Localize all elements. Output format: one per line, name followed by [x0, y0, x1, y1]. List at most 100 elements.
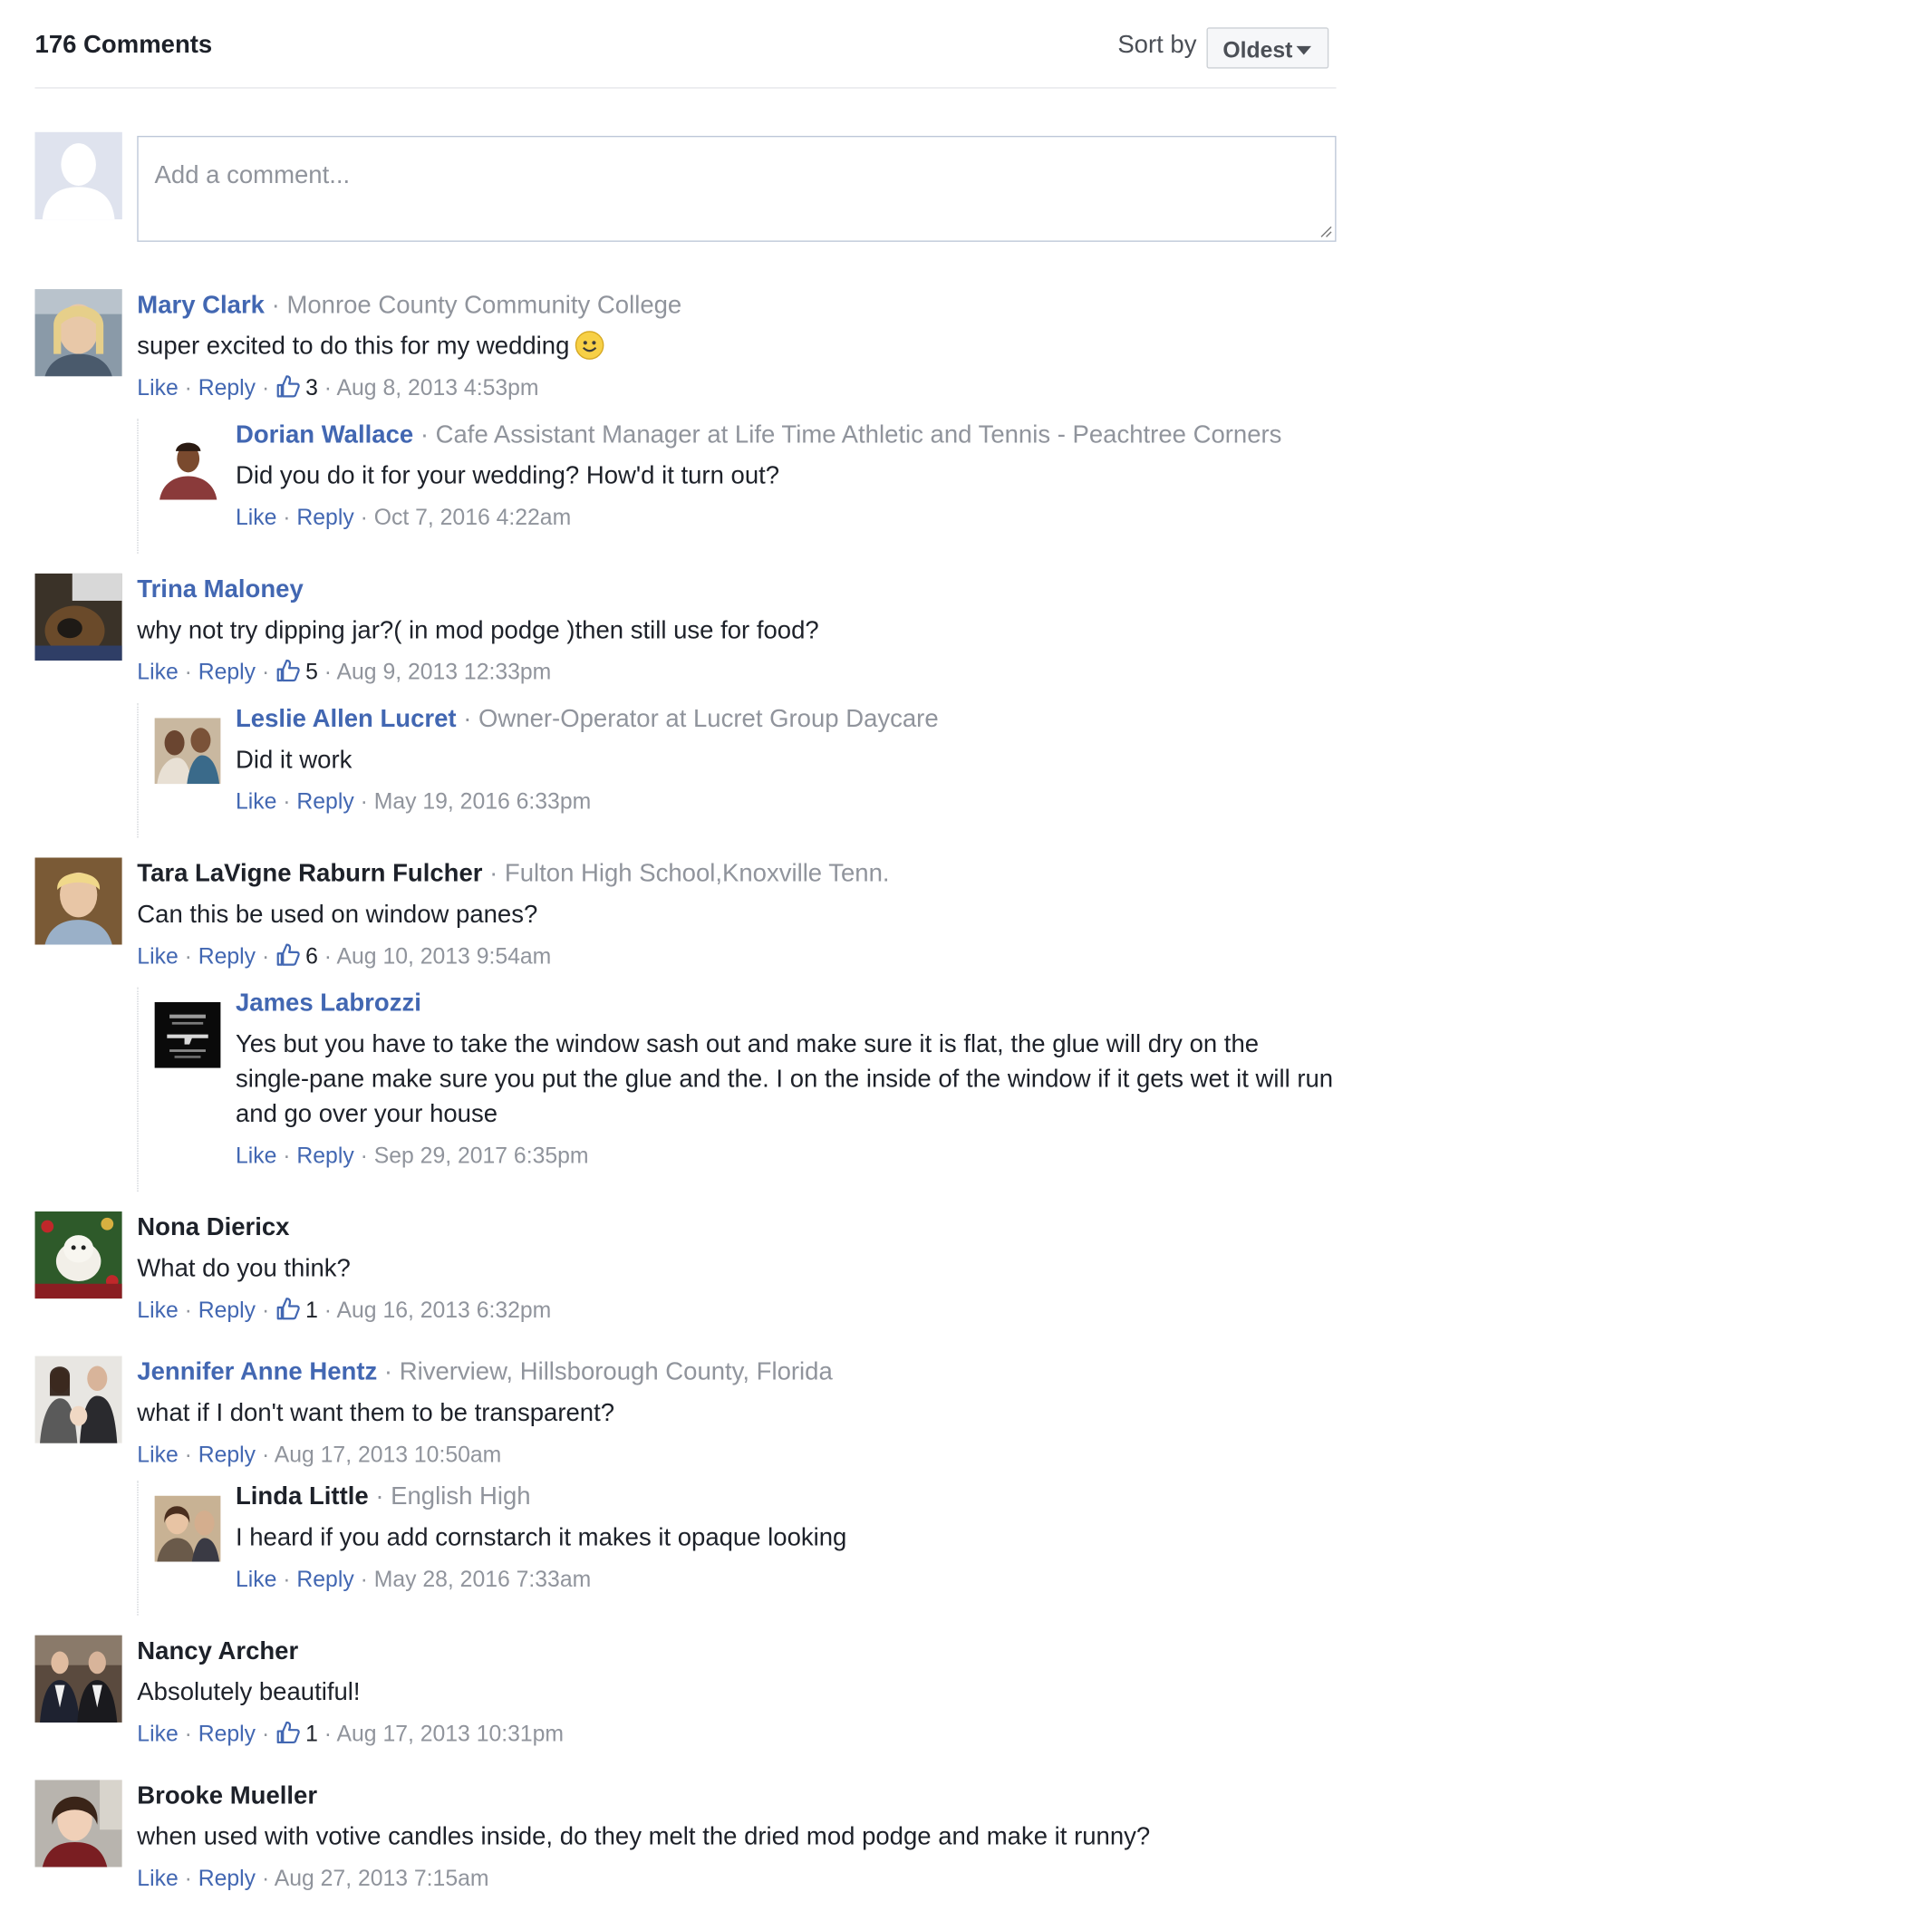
comment-text: Did you do it for your wedding? How'd it…	[235, 462, 780, 490]
comment: Nancy Archer Absolutely beautiful! Like …	[34, 1635, 1337, 1761]
avatar[interactable]	[154, 718, 221, 785]
thumbs-up-icon	[276, 659, 300, 682]
avatar[interactable]	[34, 1635, 122, 1723]
thumbs-up-icon	[276, 375, 300, 398]
comment: Jennifer Anne Hentz · Riverview, Hillsbo…	[34, 1356, 1337, 1476]
resize-grip-icon[interactable]	[1320, 226, 1333, 238]
comment-timestamp[interactable]: Aug 9, 2013 12:33pm	[337, 660, 552, 685]
like-button[interactable]: Like	[137, 1866, 178, 1891]
comment-author[interactable]: Nancy Archer	[137, 1637, 298, 1665]
comment-timestamp[interactable]: Aug 27, 2013 7:15am	[275, 1866, 489, 1891]
comment-author[interactable]: Linda Little	[236, 1483, 369, 1510]
reply-button[interactable]: Reply	[198, 943, 256, 969]
comment: Mary Clark · Monroe County Community Col…	[34, 289, 1337, 414]
reply-button[interactable]: Reply	[296, 505, 353, 530]
comment-author[interactable]: Mary Clark	[137, 292, 265, 319]
avatar[interactable]	[154, 1495, 221, 1562]
comment-input-placeholder: Add a comment...	[154, 161, 351, 190]
avatar[interactable]	[34, 1780, 122, 1868]
comments-plugin: 176 Comments Sort by Oldest Add a commen…	[0, 0, 1932, 1911]
comment-author[interactable]: James Labrozzi	[236, 989, 421, 1017]
comment-text: Did it work	[235, 746, 353, 775]
reply-button[interactable]: Reply	[296, 1567, 353, 1592]
comment: Nona Diericx What do you think? Like · R…	[34, 1211, 1337, 1337]
comment-author[interactable]: Brooke Mueller	[137, 1782, 317, 1810]
avatar[interactable]	[34, 289, 122, 377]
smiley-emoji-icon	[575, 331, 604, 360]
thumbs-up-icon	[276, 943, 300, 966]
avatar[interactable]	[34, 1211, 122, 1299]
thumbs-up-icon	[276, 1721, 300, 1744]
avatar[interactable]	[34, 1356, 122, 1443]
comment-timestamp[interactable]: May 19, 2016 6:33pm	[374, 789, 592, 815]
comment-text: what if I don't want them to be transpar…	[137, 1399, 615, 1427]
reply-button[interactable]: Reply	[198, 1722, 256, 1747]
comment-timestamp[interactable]: Aug 17, 2013 10:31pm	[337, 1722, 565, 1747]
like-count: 1	[305, 1721, 318, 1747]
comment-author-meta[interactable]: Monroe County Community College	[286, 292, 681, 319]
reply-button[interactable]: Reply	[198, 1866, 256, 1891]
avatar[interactable]	[154, 1001, 221, 1068]
comment-author-meta[interactable]: Cafe Assistant Manager at Life Time Athl…	[436, 421, 1282, 449]
like-button[interactable]: Like	[236, 789, 276, 815]
comment-author[interactable]: Trina Maloney	[137, 575, 303, 603]
comment-author[interactable]: Jennifer Anne Hentz	[137, 1358, 377, 1385]
comment-author-meta[interactable]: Owner-Operator at Lucret Group Daycare	[478, 706, 939, 733]
like-count: 6	[305, 943, 318, 969]
comment-author-meta[interactable]: Fulton High School,Knoxville Tenn.	[505, 860, 890, 887]
like-button[interactable]: Like	[137, 1298, 178, 1323]
like-button[interactable]: Like	[137, 375, 178, 401]
reply-button[interactable]: Reply	[296, 789, 353, 815]
comment-timestamp[interactable]: Aug 16, 2013 6:32pm	[337, 1298, 552, 1323]
reply-button[interactable]: Reply	[296, 1143, 353, 1168]
like-button[interactable]: Like	[137, 1722, 178, 1747]
like-button[interactable]: Like	[137, 1442, 178, 1467]
reply-button[interactable]: Reply	[198, 1442, 256, 1467]
comment-count: 176 Comments	[34, 31, 213, 59]
like-button[interactable]: Like	[137, 943, 178, 969]
reply: Leslie Allen Lucret · Owner-Operator at …	[137, 702, 1338, 838]
reply: Linda Little · English High I heard if y…	[137, 1481, 1338, 1616]
like-count: 5	[305, 659, 318, 685]
reply-button[interactable]: Reply	[198, 1298, 256, 1323]
like-count: 1	[305, 1297, 318, 1323]
comment-author-meta[interactable]: English High	[391, 1483, 530, 1510]
reply-button[interactable]: Reply	[198, 660, 256, 685]
like-button[interactable]: Like	[137, 660, 178, 685]
thumbs-up-icon	[276, 1298, 300, 1320]
comment-text: What do you think?	[137, 1255, 351, 1283]
comment-timestamp[interactable]: Aug 17, 2013 10:50am	[275, 1442, 502, 1467]
comment-text: when used with votive candles inside, do…	[137, 1823, 1151, 1851]
avatar[interactable]	[34, 573, 122, 661]
comment-timestamp[interactable]: Aug 10, 2013 9:54am	[337, 943, 552, 969]
comment-author[interactable]: Tara LaVigne Raburn Fulcher	[137, 860, 482, 887]
comment-text: Absolutely beautiful!	[137, 1678, 361, 1707]
reply: James Labrozzi Yes but you have to take …	[137, 987, 1338, 1192]
like-button[interactable]: Like	[236, 1143, 276, 1168]
comment-input[interactable]: Add a comment...	[137, 135, 1337, 242]
comment-text: Can this be used on window panes?	[137, 901, 538, 929]
comment-text: why not try dipping jar?( in mod podge )…	[137, 616, 819, 645]
comment-text: super excited to do this for my wedding	[137, 333, 570, 361]
comment-timestamp[interactable]: May 28, 2016 7:33am	[374, 1567, 592, 1592]
reply-button[interactable]: Reply	[198, 375, 256, 401]
comment-timestamp[interactable]: Oct 7, 2016 4:22am	[374, 505, 571, 530]
like-button[interactable]: Like	[236, 1567, 276, 1592]
avatar[interactable]	[34, 857, 122, 945]
comment-timestamp[interactable]: Aug 8, 2013 4:53pm	[337, 375, 539, 401]
like-button[interactable]: Like	[236, 505, 276, 530]
avatar[interactable]	[154, 433, 221, 500]
reply: Dorian Wallace · Cafe Assistant Manager …	[137, 419, 1338, 554]
comment-author-meta[interactable]: Riverview, Hillsborough County, Florida	[400, 1358, 833, 1385]
comments-header: 176 Comments Sort by Oldest	[34, 27, 1337, 89]
comment: Trina Maloney why not try dipping jar?( …	[34, 573, 1337, 699]
comment-author[interactable]: Leslie Allen Lucret	[236, 706, 457, 733]
sort-by-label: Sort by	[1117, 31, 1197, 59]
comment-author[interactable]: Nona Diericx	[137, 1214, 289, 1241]
comment-timestamp[interactable]: Sep 29, 2017 6:35pm	[374, 1143, 589, 1168]
comment-text: I heard if you add cornstarch it makes i…	[235, 1524, 847, 1552]
like-count: 3	[305, 375, 318, 401]
composer-avatar	[34, 131, 122, 220]
sort-dropdown[interactable]: Oldest	[1206, 27, 1329, 69]
comment-author[interactable]: Dorian Wallace	[236, 421, 413, 449]
